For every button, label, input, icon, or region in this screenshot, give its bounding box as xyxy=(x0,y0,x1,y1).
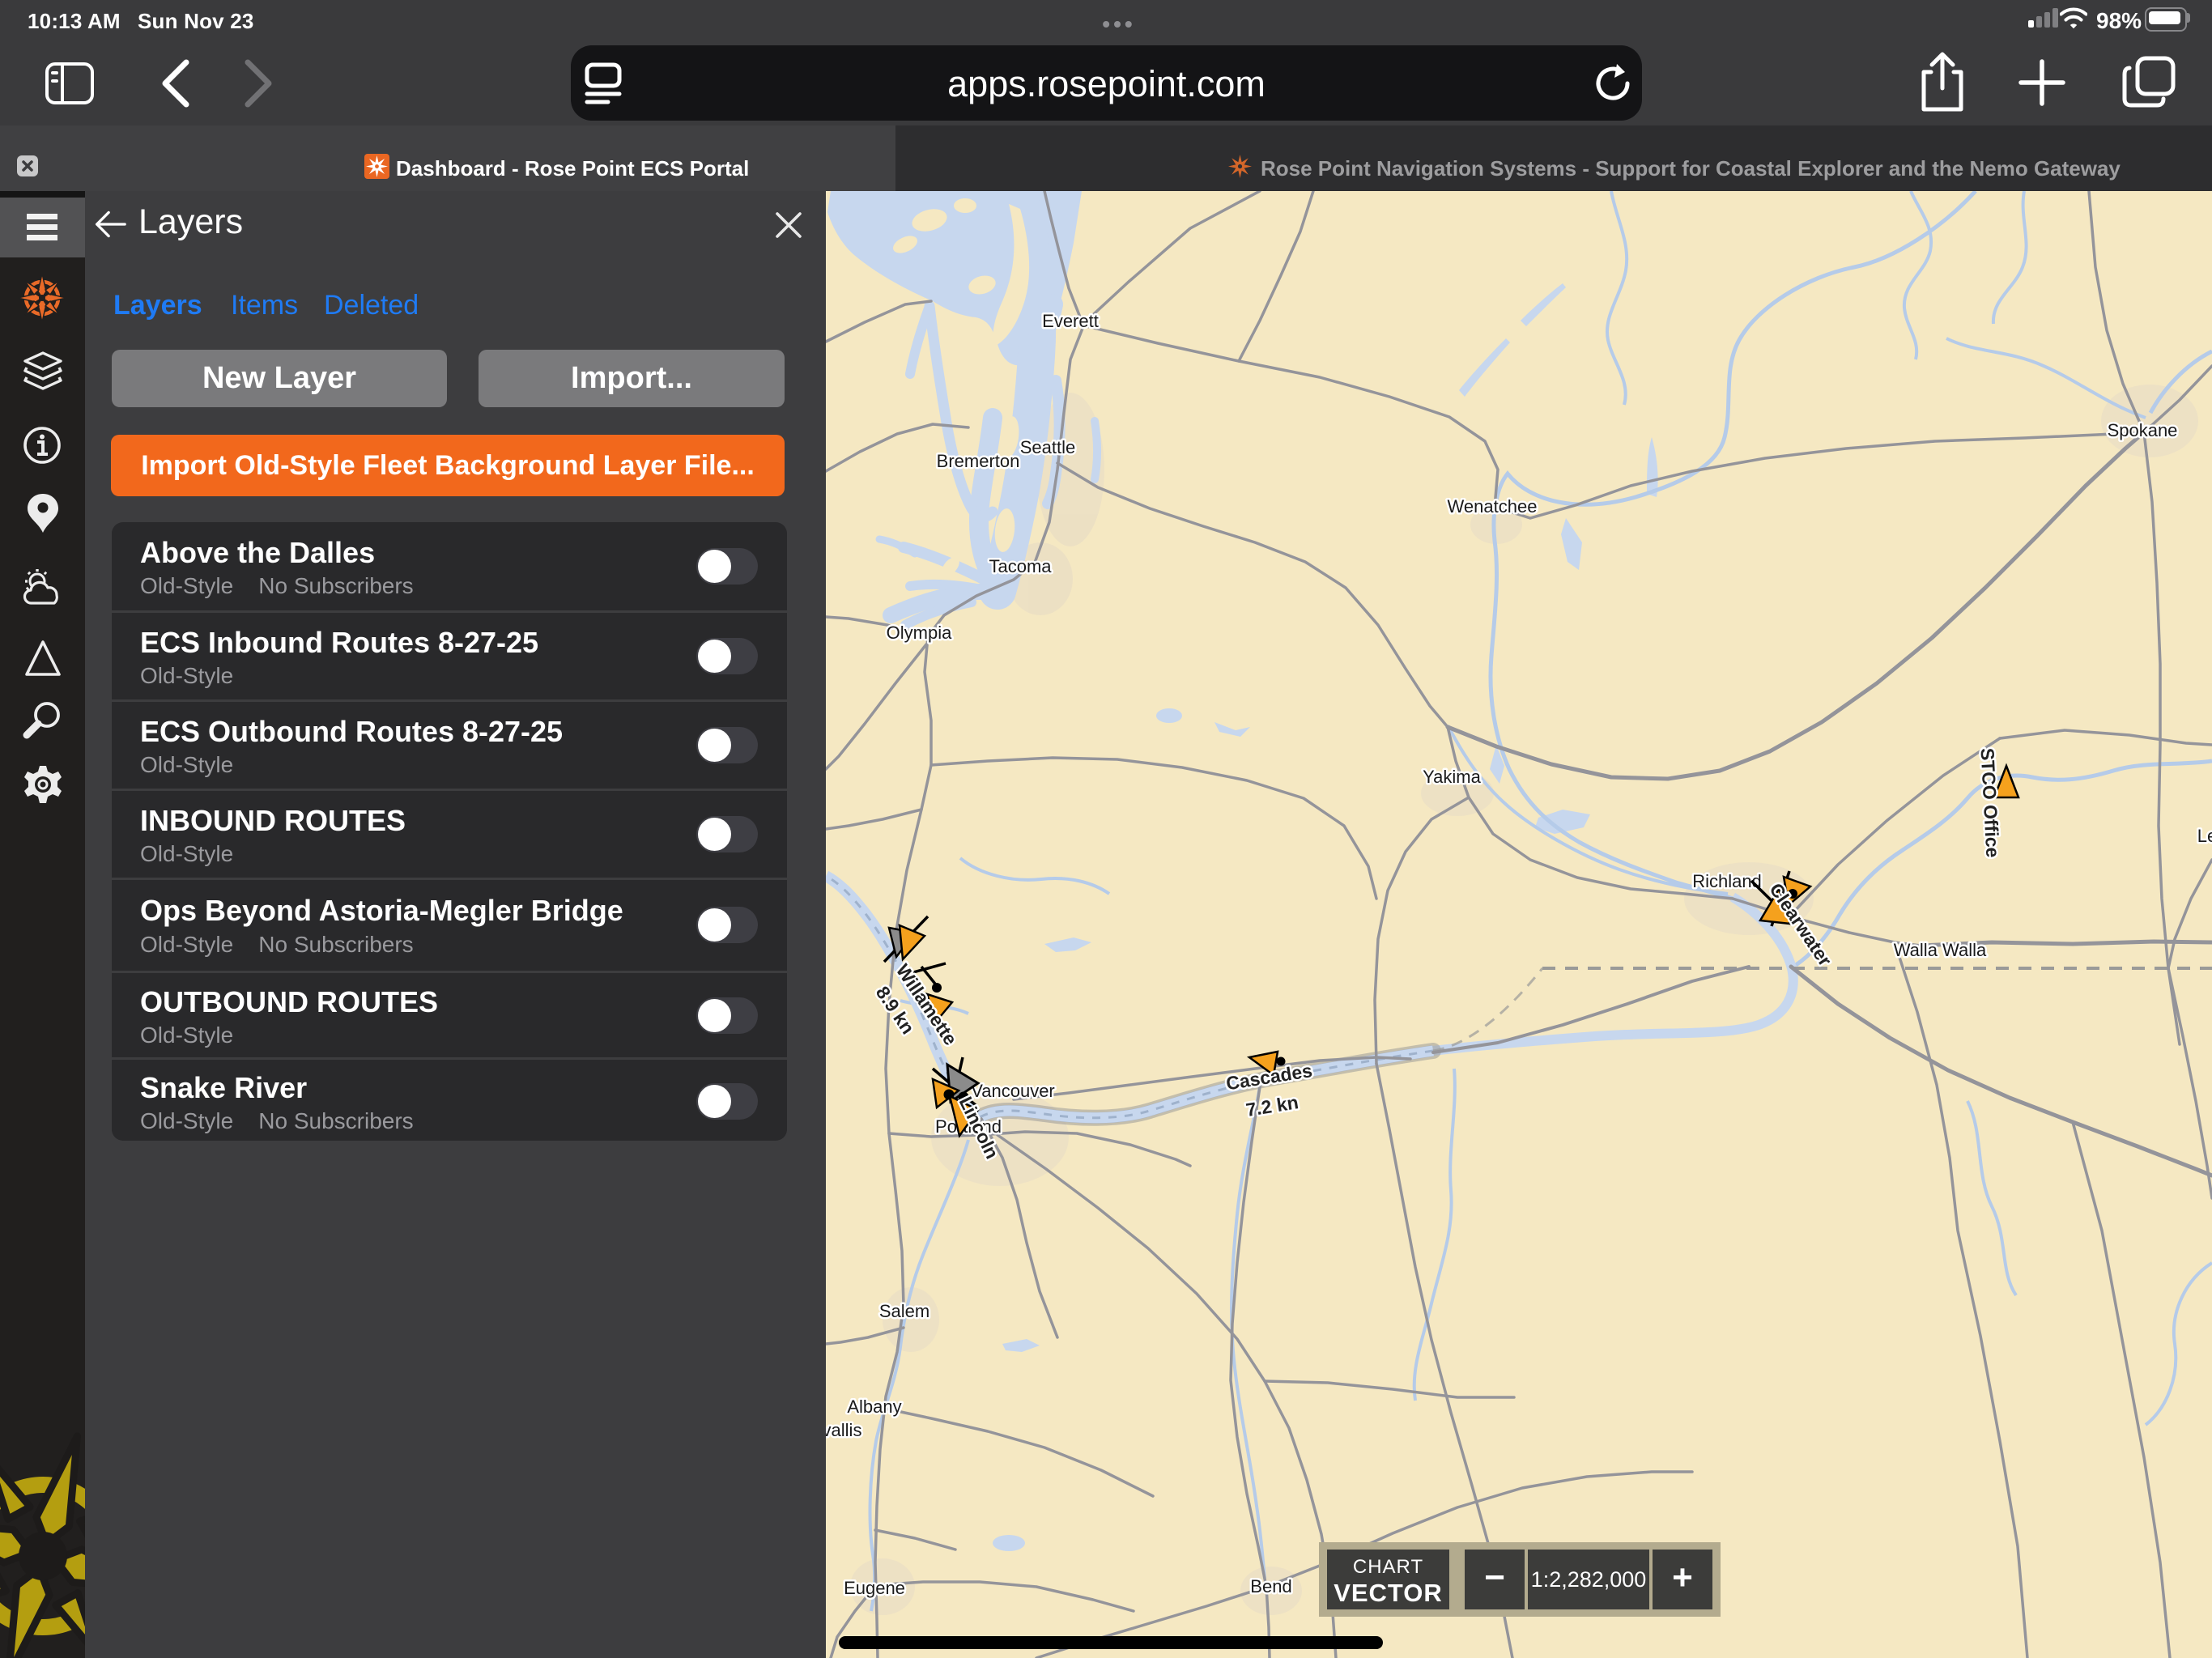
svg-text:vallis: vallis xyxy=(826,1420,861,1440)
svg-text:7.2 kn: 7.2 kn xyxy=(1244,1091,1300,1120)
svg-text:Bremerton: Bremerton xyxy=(937,451,1020,471)
svg-text:Everett: Everett xyxy=(1042,311,1099,331)
svg-text:STCO Office: STCO Office xyxy=(1976,747,2003,858)
svg-text:Spokane: Spokane xyxy=(2108,420,2178,440)
svg-text:Olympia: Olympia xyxy=(887,623,952,643)
svg-text:Le: Le xyxy=(2197,826,2212,846)
svg-text:Wenatchee: Wenatchee xyxy=(1448,496,1538,517)
svg-text:Salem: Salem xyxy=(879,1301,929,1321)
svg-text:Yakima: Yakima xyxy=(1423,767,1481,787)
svg-text:Vancouver: Vancouver xyxy=(971,1081,1055,1101)
svg-text:Albany: Albany xyxy=(847,1397,901,1417)
svg-text:Bend: Bend xyxy=(1250,1576,1291,1596)
svg-text:Seattle: Seattle xyxy=(1020,437,1076,457)
svg-text:Eugene: Eugene xyxy=(844,1578,905,1598)
svg-text:Walla Walla: Walla Walla xyxy=(1894,940,1987,960)
svg-text:Tacoma: Tacoma xyxy=(989,556,1052,576)
